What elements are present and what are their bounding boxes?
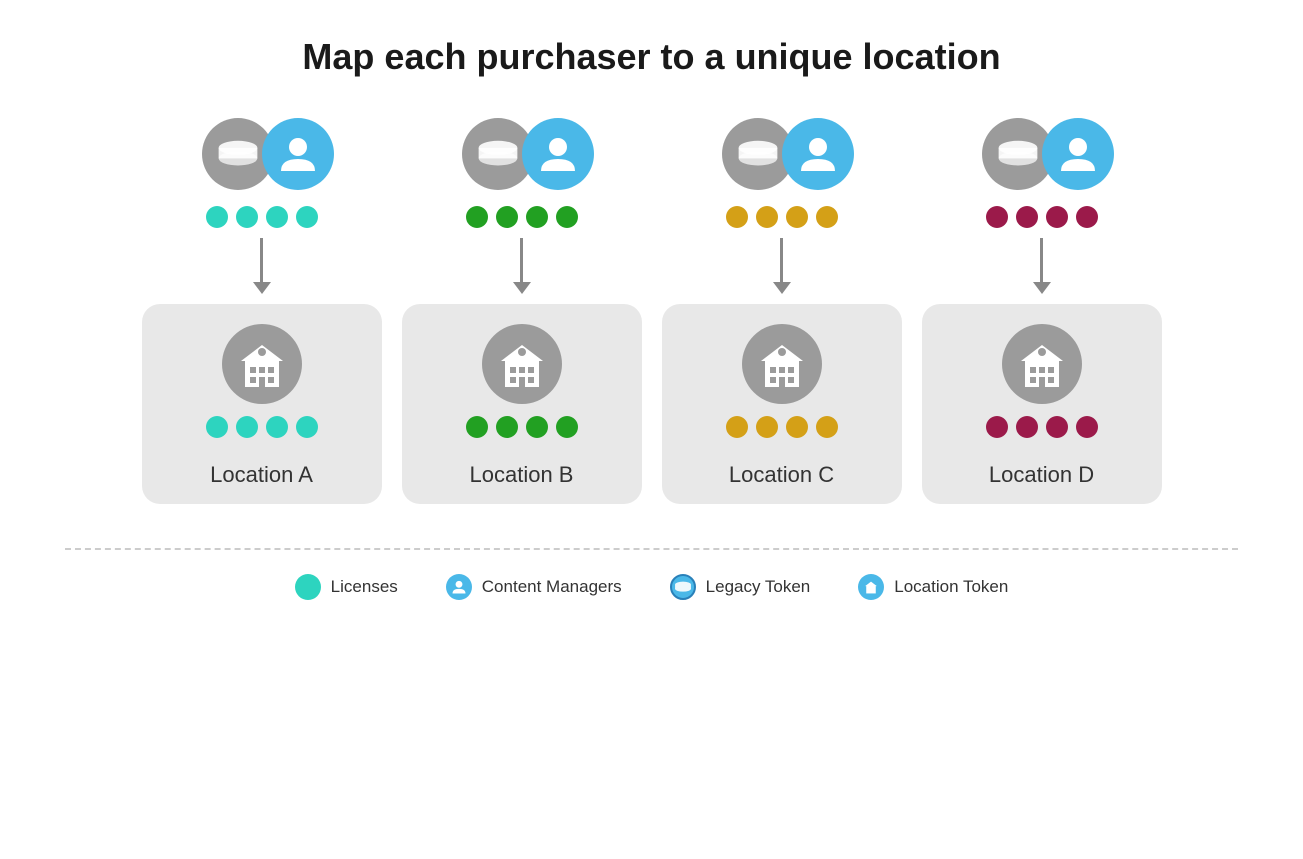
building-icon-C [742,324,822,404]
dot [556,416,578,438]
person-icon-C [782,118,854,190]
building-icon-B [482,324,562,404]
dot [496,416,518,438]
dots-row-bottom-D [986,416,1098,438]
dot [496,206,518,228]
dot [986,206,1008,228]
location-box-A: Location A [142,304,382,504]
arrow-B [507,238,537,298]
legend-location-token: Location Token [858,574,1008,600]
dot [266,416,288,438]
dot [756,206,778,228]
purchaser-col-C: Location C [682,118,882,504]
page-title: Map each purchaser to a unique location [302,36,1000,78]
purchaser-col-A: Location A [162,118,362,504]
person-icon-B [522,118,594,190]
location-label-B: Location B [470,462,574,488]
dot [726,416,748,438]
icons-group-B [462,118,582,190]
dot [1076,416,1098,438]
location-label-D: Location D [989,462,1094,488]
dot [206,206,228,228]
arrow-A [247,238,277,298]
arrow-C [767,238,797,298]
dot [1046,206,1068,228]
purchaser-col-B: Location B [422,118,622,504]
dot [1046,416,1068,438]
main-content: Location A [0,118,1303,600]
arrow-D [1027,238,1057,298]
dot [526,206,548,228]
divider [65,548,1238,550]
dots-row-bottom-B [466,416,578,438]
legend-licenses: Licenses [295,574,398,600]
dots-row-top-D [986,206,1098,228]
dot [1016,206,1038,228]
dot [296,206,318,228]
dot [726,206,748,228]
legend-location-token-label: Location Token [894,577,1008,597]
person-icon-A [262,118,334,190]
legend-licenses-label: Licenses [331,577,398,597]
dot [1016,416,1038,438]
dot [236,416,258,438]
dot [206,416,228,438]
dot [556,206,578,228]
dots-row-top-C [726,206,838,228]
legend-legacy-token-icon [670,574,696,600]
dot [786,416,808,438]
building-icon-A [222,324,302,404]
dot [786,206,808,228]
location-label-C: Location C [729,462,834,488]
legend-licenses-icon [295,574,321,600]
icons-group-D [982,118,1102,190]
location-box-C: Location C [662,304,902,504]
legend-content-managers: Content Managers [446,574,622,600]
dot [986,416,1008,438]
location-box-D: Location D [922,304,1162,504]
dot [296,416,318,438]
dot [816,206,838,228]
legend-legacy-token-label: Legacy Token [706,577,811,597]
dot [236,206,258,228]
dot [1076,206,1098,228]
legend-row: Licenses Content Managers Legacy Token [295,574,1009,600]
icons-group-A [202,118,322,190]
dots-row-top-A [206,206,318,228]
dots-row-bottom-A [206,416,318,438]
purchasers-row: Location A [162,118,1142,504]
building-icon-D [1002,324,1082,404]
dot [466,206,488,228]
dot [756,416,778,438]
dot [266,206,288,228]
icons-group-C [722,118,842,190]
person-icon-D [1042,118,1114,190]
legend-content-managers-icon [446,574,472,600]
dots-row-top-B [466,206,578,228]
dot [816,416,838,438]
dot [526,416,548,438]
legend-content-managers-label: Content Managers [482,577,622,597]
purchaser-col-D: Location D [942,118,1142,504]
legend-location-token-icon [858,574,884,600]
dot [466,416,488,438]
dots-row-bottom-C [726,416,838,438]
location-box-B: Location B [402,304,642,504]
location-label-A: Location A [210,462,313,488]
legend-legacy-token: Legacy Token [670,574,811,600]
